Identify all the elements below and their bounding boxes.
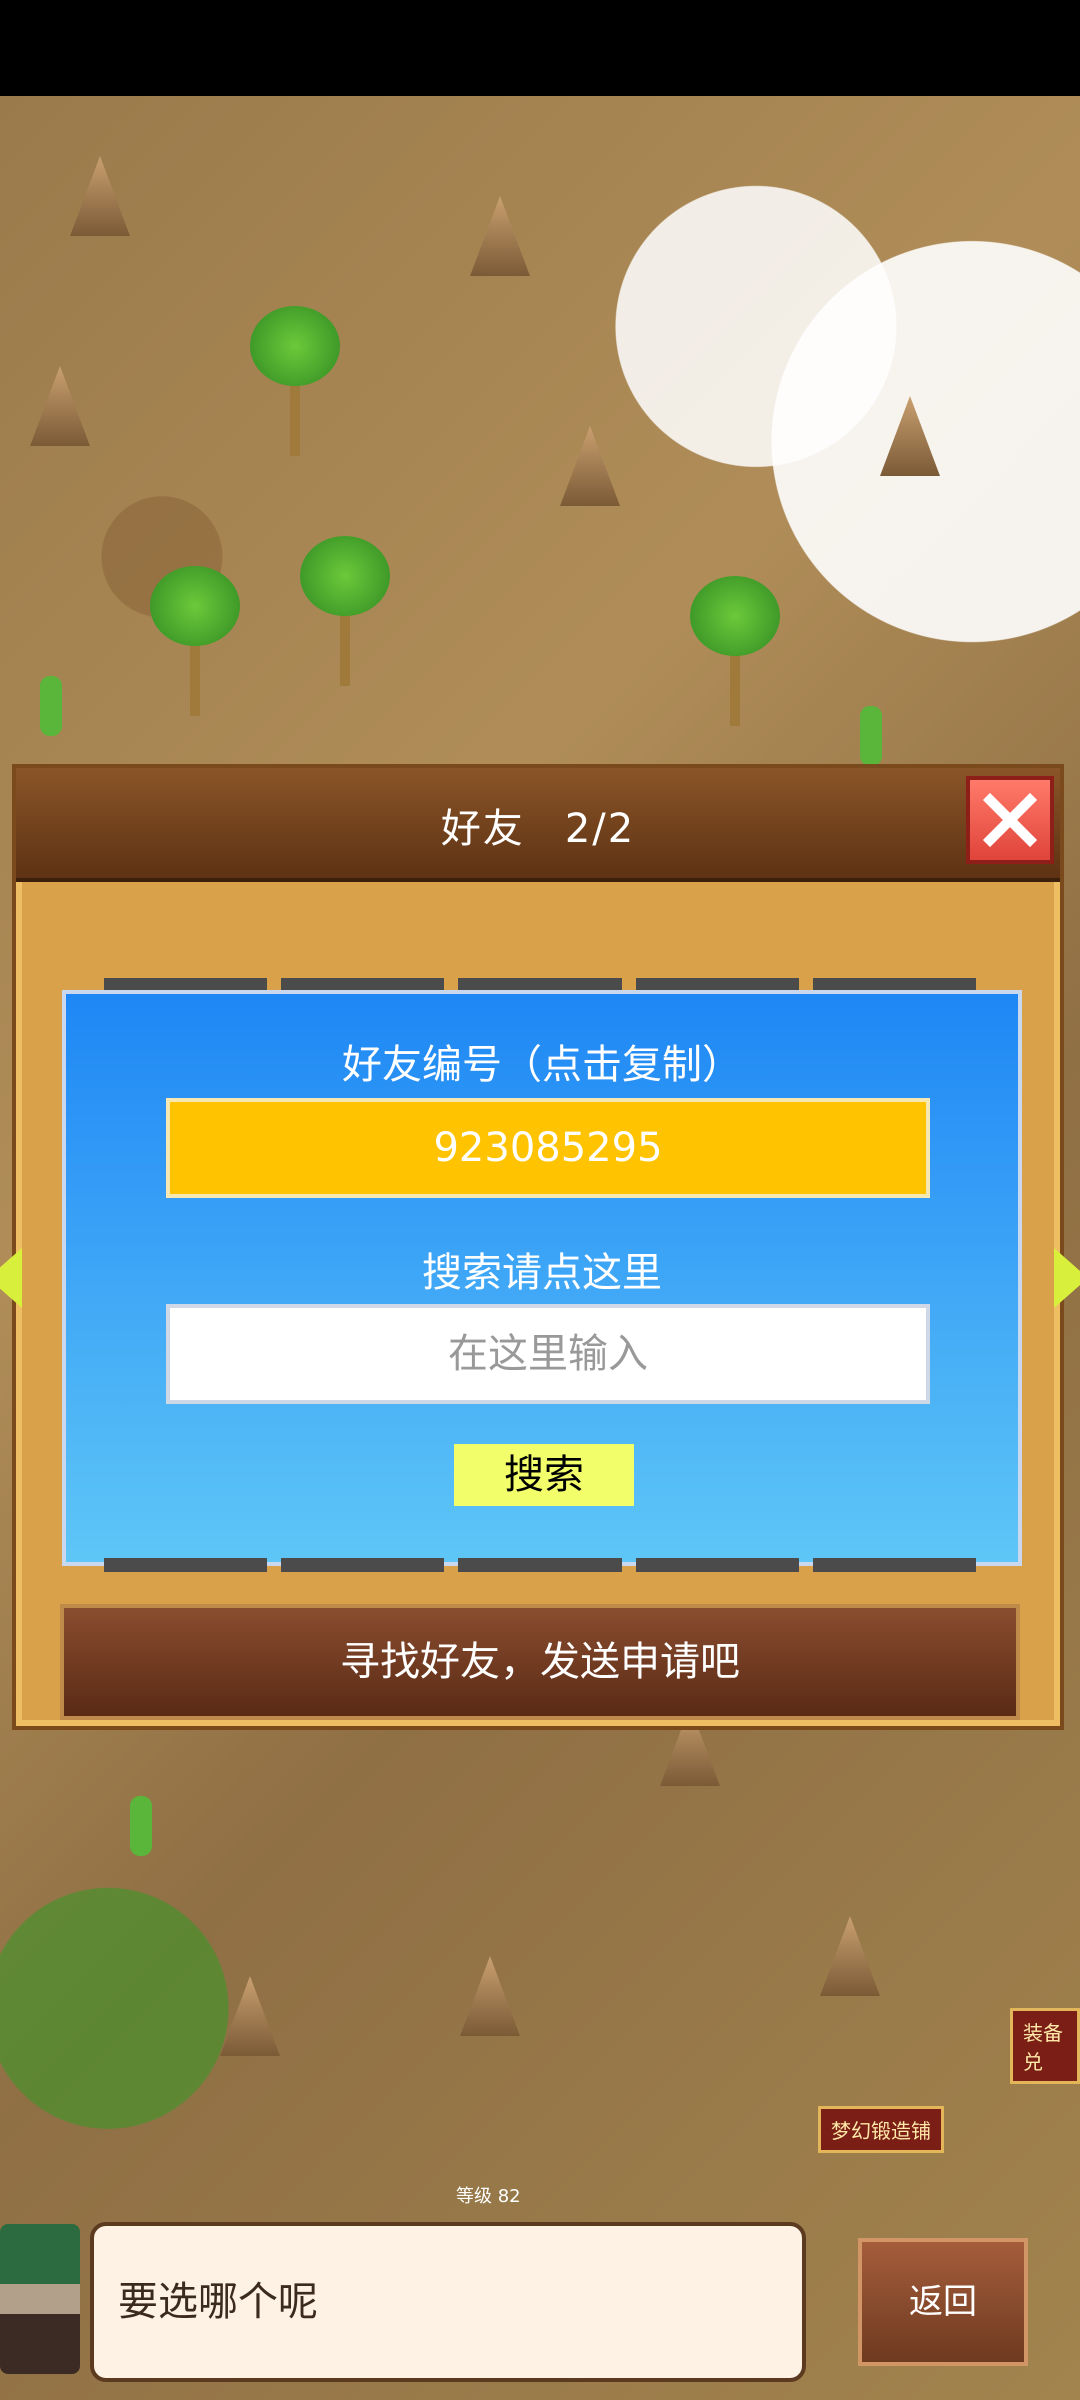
rock-spire — [880, 396, 940, 476]
rock-spire — [460, 1956, 520, 2036]
cactus — [130, 1796, 152, 1856]
level-label: 等级 82 — [456, 2182, 521, 2208]
speech-bubble: 要选哪个呢 — [90, 2222, 806, 2382]
tab-segment[interactable] — [104, 978, 268, 990]
palm-tree — [250, 306, 340, 456]
dialog-title: 好友 2/2 — [16, 796, 1060, 854]
rock-spire — [70, 156, 130, 236]
rock-spire — [560, 426, 620, 506]
tab-strip-bottom — [60, 1558, 1020, 1572]
friend-count: 2/2 — [564, 806, 636, 852]
request-banner: 寻找好友，发送申请吧 — [60, 1604, 1020, 1720]
tab-segment[interactable] — [281, 1558, 445, 1572]
tab-segment[interactable] — [281, 978, 445, 990]
palm-tree — [300, 536, 390, 686]
friend-dialog: 好友 2/2 好友编号（点击复制） 923085295 搜索请点这里 在这里输入 … — [0, 764, 1080, 1730]
search-input[interactable]: 在这里输入 — [166, 1304, 930, 1404]
tab-segment[interactable] — [458, 978, 622, 990]
tab-segment[interactable] — [635, 978, 799, 990]
rock-spire — [220, 1976, 280, 2056]
cactus — [860, 706, 882, 766]
rock-spire — [470, 196, 530, 276]
tab-strip — [60, 978, 1020, 990]
search-button[interactable]: 搜索 — [454, 1444, 634, 1506]
level-label-text: 等级 — [456, 2186, 492, 2207]
rock-spire — [820, 1916, 880, 1996]
palm-tree — [150, 566, 240, 716]
dialog-title-text: 好友 — [440, 806, 525, 852]
building-label-equip[interactable]: 装备兑 — [1010, 2008, 1080, 2084]
tab-segment[interactable] — [635, 1558, 799, 1572]
character-avatar — [0, 2224, 80, 2374]
back-button[interactable]: 返回 — [858, 2238, 1028, 2366]
close-button[interactable] — [966, 776, 1054, 864]
building-label-forge[interactable]: 梦幻锻造铺 — [818, 2106, 944, 2153]
tab-segment[interactable] — [812, 978, 977, 990]
palm-tree — [690, 576, 780, 726]
friend-code-label: 好友编号（点击复制） — [342, 1042, 742, 1088]
tab-segment[interactable] — [812, 1558, 977, 1572]
prev-arrow-icon[interactable] — [0, 1248, 22, 1308]
rock-spire — [30, 366, 90, 446]
tab-segment[interactable] — [104, 1558, 268, 1572]
close-icon — [982, 792, 1038, 848]
dialog-header: 好友 2/2 — [16, 768, 1060, 882]
friend-code-copy-button[interactable]: 923085295 — [166, 1098, 930, 1198]
search-label: 搜索请点这里 — [422, 1250, 662, 1296]
level-value: 82 — [497, 2186, 521, 2207]
friend-search-panel: 好友编号（点击复制） 923085295 搜索请点这里 在这里输入 搜索 — [62, 990, 1022, 1566]
cactus — [40, 676, 62, 736]
next-arrow-icon[interactable] — [1054, 1248, 1080, 1308]
tab-segment[interactable] — [458, 1558, 622, 1572]
